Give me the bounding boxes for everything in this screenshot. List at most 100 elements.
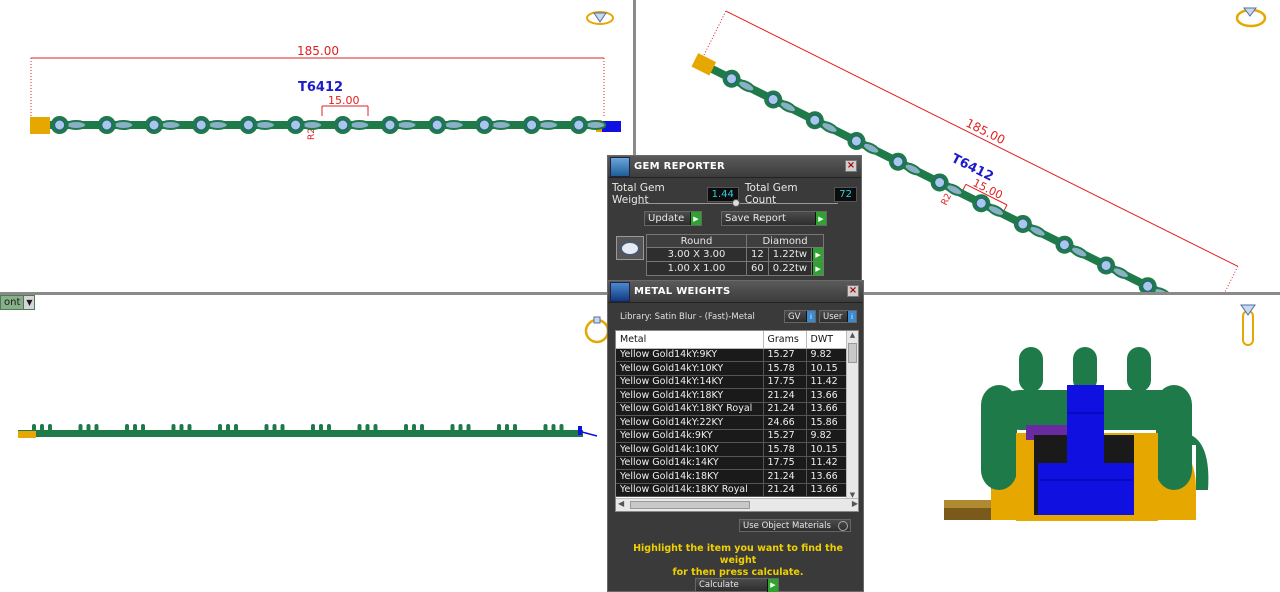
update-button[interactable]: Update ▶ bbox=[644, 211, 702, 226]
play-icon: ▶ bbox=[815, 212, 826, 225]
total-count-value: 72 bbox=[834, 186, 857, 202]
metal-name: Yellow Gold14kY:22KY bbox=[616, 415, 764, 430]
metal-table-container[interactable]: Metal Grams DWT Yellow Gold14kY:9KY 15.27… bbox=[615, 330, 859, 512]
gem-row-action[interactable]: ▶ bbox=[811, 261, 825, 276]
viewport-label[interactable]: ont ▼ bbox=[0, 295, 36, 310]
gv-button[interactable]: GV i bbox=[784, 310, 816, 323]
gem-reporter-panel: GEM REPORTER × Total Gem Weight 1.44 Tot… bbox=[607, 155, 862, 282]
metal-dwt: 11.42 bbox=[806, 456, 847, 470]
close-icon[interactable]: × bbox=[847, 285, 859, 297]
metal-dwt: 10.15 bbox=[806, 442, 847, 457]
metal-grams: 21.24 bbox=[763, 388, 807, 403]
prong bbox=[513, 424, 517, 431]
prong bbox=[505, 424, 509, 431]
viewport-front[interactable]: ont ▼ bbox=[0, 295, 633, 592]
user-button-label: User bbox=[823, 311, 843, 322]
scroll-right-icon[interactable]: ▶ bbox=[852, 499, 858, 508]
metal-grams: 15.27 bbox=[763, 429, 807, 443]
calculate-button-label: Calculate bbox=[699, 580, 739, 590]
play-icon[interactable]: ▶ bbox=[812, 248, 824, 261]
metal-row[interactable]: Yellow Gold14kY:18KY Royal 21.24 13.66 bbox=[616, 402, 847, 416]
save-report-button-label: Save Report bbox=[725, 213, 786, 224]
viewport-dropdown-icon[interactable]: ▼ bbox=[23, 296, 35, 309]
metal-weights-titlebar[interactable]: METAL WEIGHTS × bbox=[608, 281, 863, 303]
metal-grams: 24.66 bbox=[763, 415, 807, 430]
chain-link bbox=[65, 120, 88, 130]
scroll-thumb[interactable] bbox=[848, 343, 857, 363]
prong bbox=[365, 424, 370, 431]
metal-dwt: 13.66 bbox=[806, 469, 847, 484]
user-button[interactable]: User i bbox=[819, 310, 857, 323]
scroll-up-icon[interactable]: ▲ bbox=[847, 331, 858, 339]
metal-grams: 15.78 bbox=[763, 442, 807, 457]
vertical-scrollbar[interactable]: ▲ ▼ bbox=[846, 331, 858, 499]
gem-slider[interactable] bbox=[638, 199, 838, 207]
metal-weights-icon bbox=[610, 282, 630, 302]
metal-column-header[interactable]: Metal bbox=[616, 331, 764, 349]
hint-line-1: Highlight the item you want to find the … bbox=[633, 543, 843, 566]
prong bbox=[551, 424, 556, 431]
gem-top-view-icon bbox=[585, 8, 615, 26]
metal-row[interactable]: Yellow Gold14k:10KY 15.78 10.15 bbox=[616, 442, 847, 457]
metal-name: Yellow Gold14k:14KY bbox=[616, 456, 764, 470]
metal-row[interactable]: Yellow Gold14k:14KY 17.75 11.42 bbox=[616, 456, 847, 470]
metal-row[interactable]: Yellow Gold14kY:9KY 15.27 9.82 bbox=[616, 348, 847, 362]
prong bbox=[412, 424, 416, 431]
ring-perspective-view-icon bbox=[1234, 4, 1268, 28]
metal-row[interactable]: Yellow Gold14k:9KY 15.27 9.82 bbox=[616, 429, 847, 443]
metal-row[interactable]: Yellow Gold14k:18KY 21.24 13.66 bbox=[616, 469, 847, 484]
horizontal-scrollbar[interactable]: ◀ ▶ bbox=[616, 498, 858, 511]
calculate-button[interactable]: Calculate ▶ bbox=[695, 578, 779, 592]
play-icon[interactable]: ▶ bbox=[812, 262, 824, 275]
use-object-materials-toggle[interactable]: Use Object Materials bbox=[739, 519, 851, 532]
chain-link bbox=[584, 120, 607, 130]
gem-reporter-titlebar[interactable]: GEM REPORTER × bbox=[608, 156, 861, 178]
gem-material-header: Diamond bbox=[745, 234, 825, 248]
diamond bbox=[148, 119, 160, 131]
scroll-left-icon[interactable]: ◀ bbox=[618, 499, 624, 508]
prong bbox=[280, 424, 285, 431]
close-icon[interactable]: × bbox=[845, 160, 857, 172]
gem-shape-header: Round bbox=[646, 234, 747, 248]
dimension-spacing-text: 15.00 bbox=[328, 94, 360, 107]
gem-row-action[interactable]: ▶ bbox=[811, 247, 825, 262]
metal-row[interactable]: Yellow Gold14k:18KY Royal 21.24 13.66 bbox=[616, 483, 847, 497]
calculate-hint: Highlight the item you want to find the … bbox=[618, 543, 858, 579]
diamond bbox=[573, 119, 585, 131]
bracelet-clasp-side[interactable] bbox=[944, 347, 1209, 521]
round-gem-icon bbox=[621, 242, 639, 255]
prong bbox=[450, 424, 455, 431]
metal-row[interactable]: Yellow Gold14kY:10KY 15.78 10.15 bbox=[616, 361, 847, 376]
metal-row[interactable]: Yellow Gold14kY:14KY 17.75 11.42 bbox=[616, 375, 847, 389]
bracelet-chain-top[interactable] bbox=[30, 116, 621, 134]
scroll-h-thumb[interactable] bbox=[630, 501, 750, 509]
chain-link bbox=[301, 120, 324, 130]
prong bbox=[357, 424, 362, 431]
gem-row[interactable]: 3.00 X 3.00 12 1.22tw ▶ bbox=[646, 247, 825, 262]
metal-grams: 21.24 bbox=[763, 469, 807, 484]
model-label: T6412 bbox=[949, 151, 996, 185]
save-report-button[interactable]: Save Report ▶ bbox=[721, 211, 827, 226]
toggle-off-icon bbox=[838, 520, 848, 531]
metal-row[interactable]: Yellow Gold14kY:22KY 24.66 15.86 bbox=[616, 415, 847, 430]
slider-knob[interactable] bbox=[732, 199, 740, 207]
front-view-canvas bbox=[18, 424, 598, 438]
grams-column-header[interactable]: Grams bbox=[763, 331, 807, 349]
metal-row[interactable]: Yellow Gold14kY:18KY 21.24 13.66 bbox=[616, 388, 847, 403]
metal-grams: 21.24 bbox=[763, 483, 807, 497]
prong bbox=[187, 424, 192, 431]
prong bbox=[86, 424, 91, 431]
dwt-column-header[interactable]: DWT bbox=[806, 331, 847, 349]
ring-side-view-icon bbox=[1238, 303, 1258, 347]
gem-shape-thumbnail bbox=[616, 236, 644, 260]
info-icon: i bbox=[847, 311, 856, 322]
bracelet-chain-front[interactable] bbox=[18, 424, 598, 438]
metal-name: Yellow Gold14k:18KY bbox=[616, 469, 764, 484]
viewport-top[interactable]: 185.00 T6412 15.00 R2 bbox=[0, 0, 633, 292]
metal-dwt: 13.66 bbox=[806, 402, 847, 416]
dimension-spacing: 15.00 bbox=[321, 94, 369, 116]
gem-row[interactable]: 1.00 X 1.00 60 0.22tw ▶ bbox=[646, 261, 825, 276]
prong bbox=[373, 424, 378, 431]
gem-table: Round Diamond 3.00 X 3.00 12 1.22tw ▶ 1.… bbox=[646, 234, 825, 276]
metal-dwt: 15.86 bbox=[806, 415, 847, 430]
